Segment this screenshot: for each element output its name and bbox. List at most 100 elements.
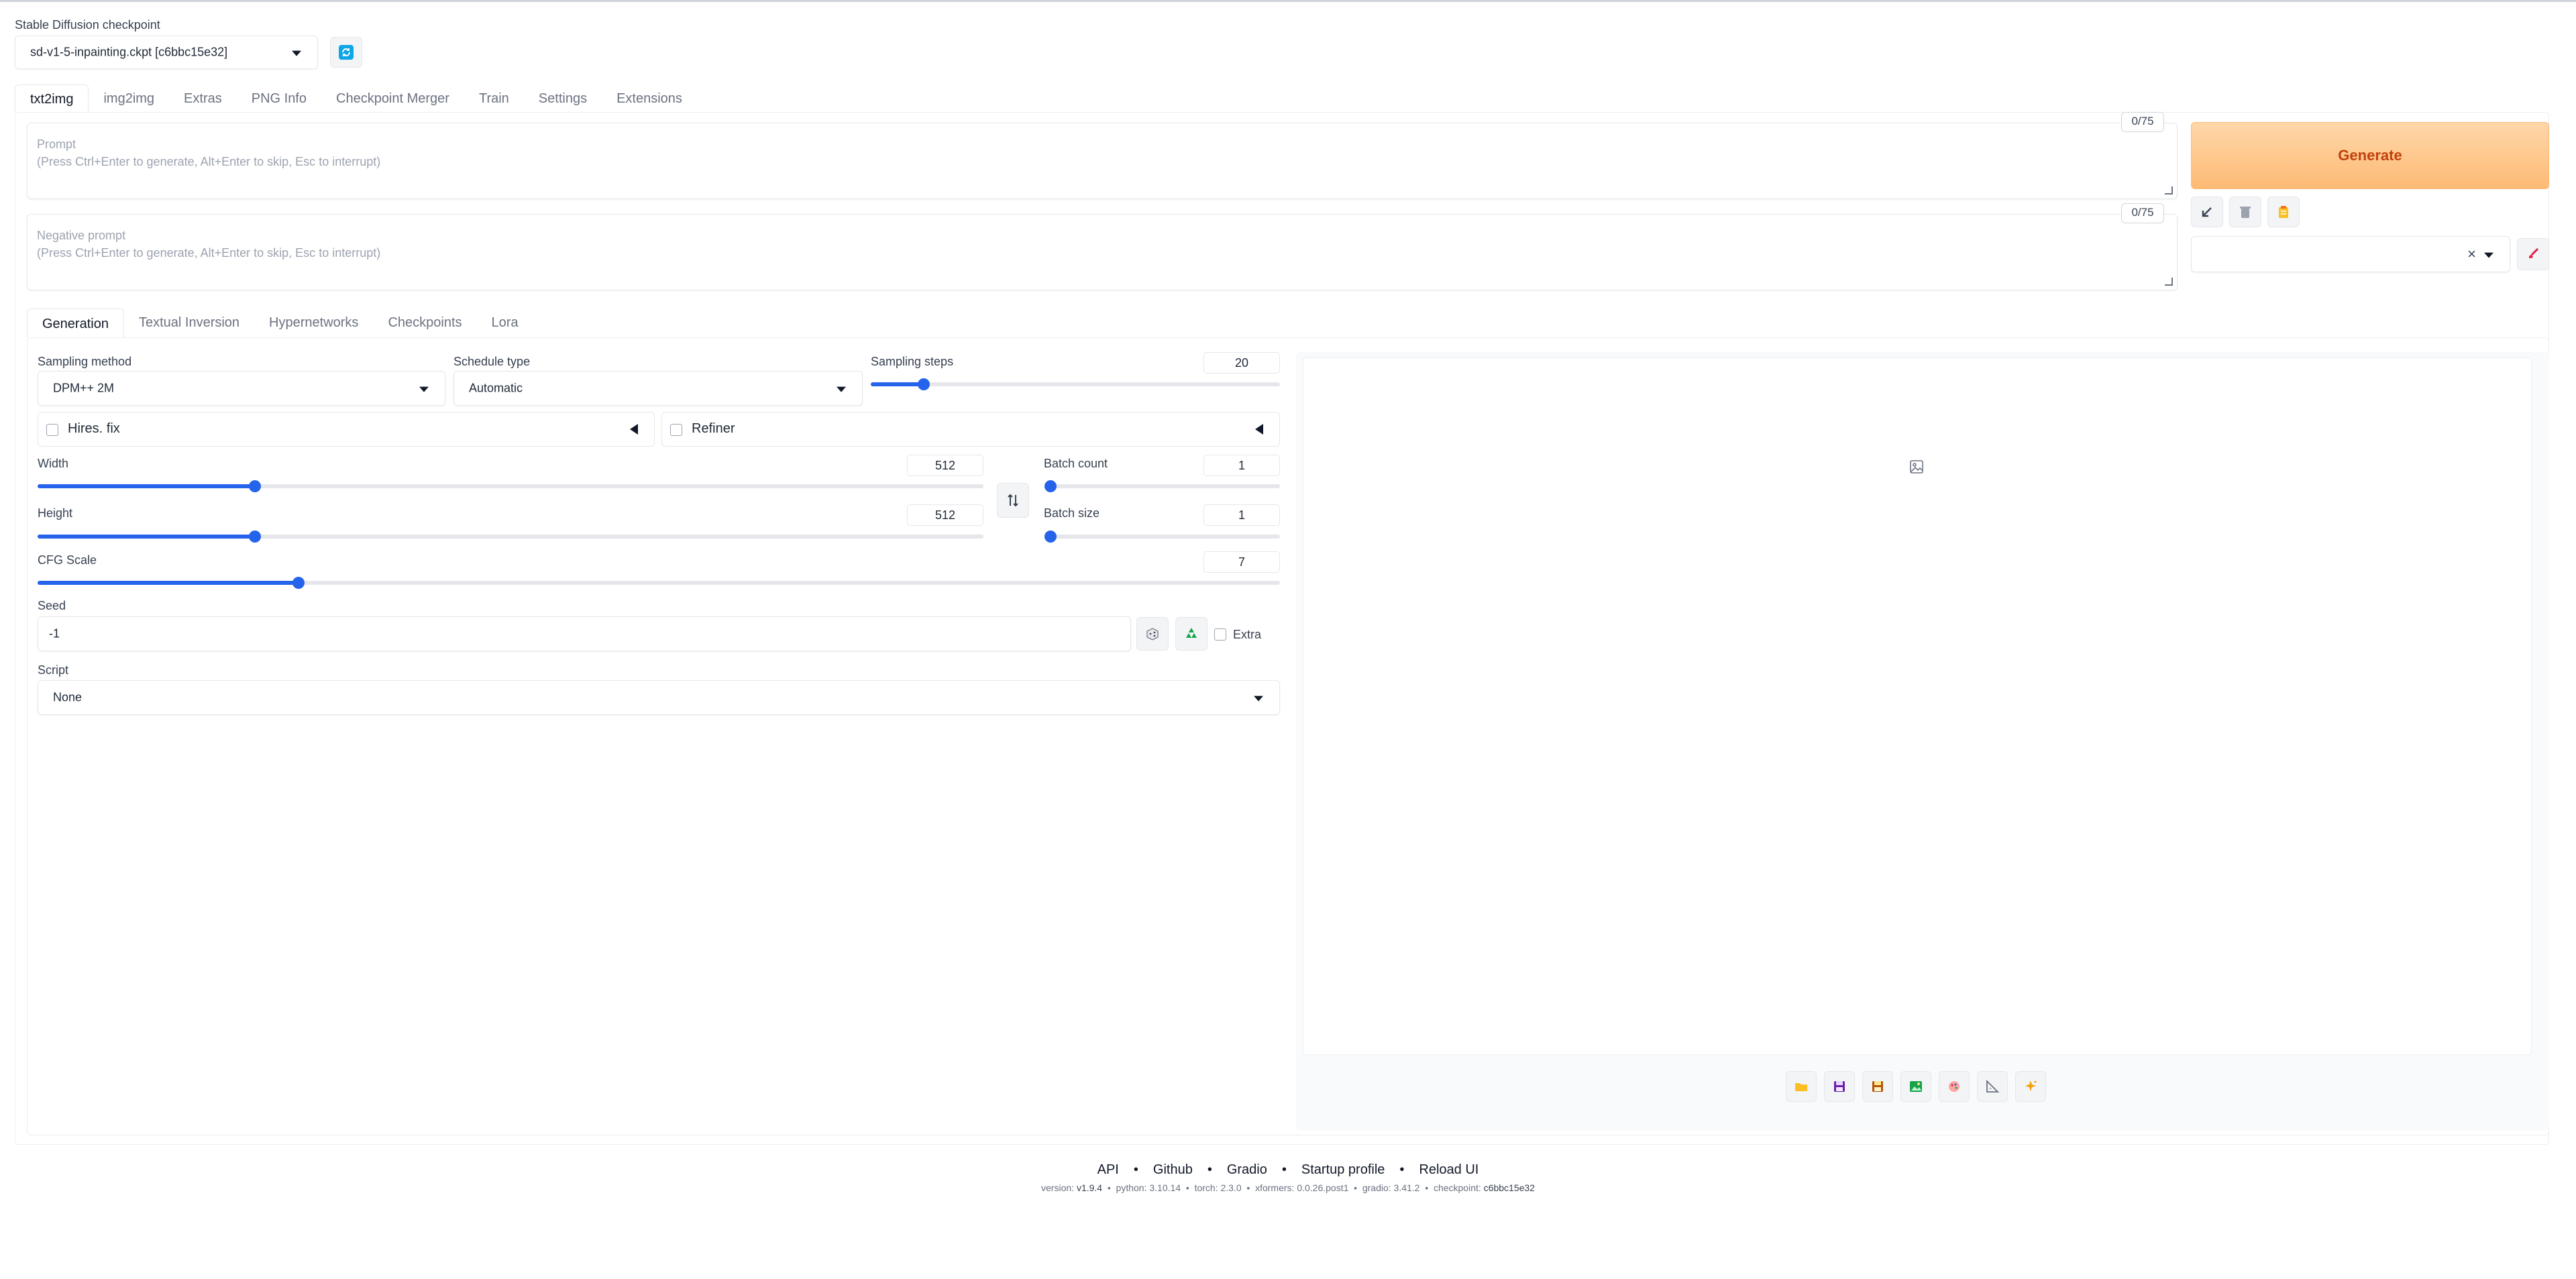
send-to-inpaint-button[interactable]	[1939, 1071, 1970, 1102]
generate-button[interactable]: Generate	[2191, 122, 2549, 189]
sampling-steps-slider[interactable]	[871, 378, 1280, 390]
batch-count-label: Batch count	[1044, 457, 1108, 470]
tab-textual-inversion[interactable]: Textual Inversion	[124, 309, 254, 337]
refiner-accordion[interactable]: Refiner	[661, 412, 1280, 447]
read-params-button[interactable]	[2191, 197, 2223, 227]
slider-fill	[38, 484, 256, 488]
batch-size-slider[interactable]	[1044, 531, 1280, 543]
tab-generation[interactable]: Generation	[27, 309, 124, 338]
checkpoint-value: sd-v1-5-inpainting.ckpt [c6bbc15e32]	[30, 45, 228, 59]
sub-tabs: Generation Textual Inversion Hypernetwor…	[27, 309, 533, 338]
tab-img2img[interactable]: img2img	[89, 85, 169, 113]
resize-handle[interactable]	[2165, 278, 2173, 286]
main-tabs: txt2img img2img Extras PNG Info Checkpoi…	[15, 85, 697, 113]
clear-prompt-button[interactable]	[2229, 197, 2261, 227]
negative-prompt-token-counter: 0/75	[2121, 203, 2164, 223]
slider-handle[interactable]	[1044, 480, 1057, 492]
save-button[interactable]	[1824, 1071, 1855, 1102]
script-value: None	[53, 690, 83, 704]
chevron-down-icon	[1254, 696, 1263, 702]
torch-label: torch:	[1194, 1182, 1218, 1193]
script-dropdown[interactable]: None	[38, 680, 1280, 715]
tab-lora[interactable]: Lora	[477, 309, 533, 337]
send-to-inpaint-icon	[1949, 1081, 1960, 1092]
footer-separator: •	[1207, 1162, 1212, 1177]
batch-count-input[interactable]: 1	[1203, 455, 1280, 476]
seed-input[interactable]: -1	[38, 616, 1131, 651]
height-input[interactable]: 512	[907, 504, 983, 526]
folder-icon	[1795, 1083, 1807, 1091]
prompt-label: Prompt	[37, 137, 76, 151]
hires-fix-checkbox[interactable]	[46, 424, 58, 436]
gradio-label: gradio:	[1362, 1182, 1391, 1193]
refresh-checkpoint-button[interactable]	[330, 37, 362, 68]
refiner-checkbox[interactable]	[670, 424, 682, 436]
prompt-token-counter: 0/75	[2121, 112, 2164, 132]
footer-link-api[interactable]: API	[1097, 1162, 1119, 1177]
tab-txt2img[interactable]: txt2img	[15, 85, 89, 113]
footer-link-gradio[interactable]: Gradio	[1227, 1162, 1267, 1177]
random-seed-button[interactable]	[1136, 617, 1169, 651]
cfg-scale-slider[interactable]	[38, 577, 1280, 589]
generate-label: Generate	[2338, 147, 2402, 164]
swap-icon	[1008, 494, 1018, 507]
checkpoint-hash-value: c6bbc15e32	[1483, 1182, 1535, 1193]
checkpoint-dropdown[interactable]: sd-v1-5-inpainting.ckpt [c6bbc15e32]	[15, 36, 318, 69]
tab-settings[interactable]: Settings	[524, 85, 602, 113]
tab-checkpoints[interactable]: Checkpoints	[373, 309, 476, 337]
tab-extras[interactable]: Extras	[169, 85, 237, 113]
top-border	[0, 0, 2576, 2]
slider-handle[interactable]	[1044, 531, 1057, 543]
styles-dropdown[interactable]: ×	[2191, 236, 2510, 272]
seed-value: -1	[49, 626, 60, 641]
send-to-img2img-button[interactable]	[1900, 1071, 1931, 1102]
tab-train[interactable]: Train	[464, 85, 524, 113]
tab-hypernetworks[interactable]: Hypernetworks	[254, 309, 373, 337]
dice-icon	[1146, 628, 1159, 641]
recycle-icon	[1186, 628, 1197, 638]
resize-handle[interactable]	[2165, 186, 2173, 194]
width-input[interactable]: 512	[907, 455, 983, 476]
negative-prompt-input[interactable]: Negative prompt (Press Ctrl+Enter to gen…	[27, 214, 2178, 290]
width-slider[interactable]	[38, 480, 983, 492]
prompt-input[interactable]: Prompt (Press Ctrl+Enter to generate, Al…	[27, 123, 2178, 199]
checkpoint-hash-label: checkpoint:	[1433, 1182, 1481, 1193]
refiner-label: Refiner	[692, 421, 735, 436]
tab-extensions[interactable]: Extensions	[602, 85, 697, 113]
height-slider[interactable]	[38, 531, 983, 543]
slider-handle[interactable]	[292, 577, 305, 589]
swap-dimensions-button[interactable]	[997, 483, 1029, 518]
sampling-steps-input[interactable]: 20	[1203, 352, 1280, 374]
schedule-type-dropdown[interactable]: Automatic	[453, 371, 863, 406]
zip-button[interactable]	[1862, 1071, 1893, 1102]
tab-checkpoint-merger[interactable]: Checkpoint Merger	[321, 85, 464, 113]
extras-sparkle-button[interactable]	[2015, 1071, 2046, 1102]
save-icon	[1834, 1081, 1845, 1092]
footer-link-startup-profile[interactable]: Startup profile	[1301, 1162, 1385, 1177]
slider-fill	[38, 535, 256, 539]
apply-style-button[interactable]	[2267, 197, 2300, 227]
slider-fill	[871, 382, 924, 386]
footer-link-reload-ui[interactable]: Reload UI	[1419, 1162, 1479, 1177]
batch-size-input[interactable]: 1	[1203, 504, 1280, 526]
close-icon[interactable]: ×	[2467, 245, 2476, 263]
hires-fix-accordion[interactable]: Hires. fix	[38, 412, 655, 447]
footer-link-github[interactable]: Github	[1153, 1162, 1193, 1177]
collapse-icon	[1255, 424, 1263, 435]
tab-png-info[interactable]: PNG Info	[237, 85, 321, 113]
image-icon	[1910, 460, 1923, 474]
refresh-icon	[339, 45, 354, 60]
edit-styles-button[interactable]	[2517, 238, 2549, 270]
version-value[interactable]: v1.9.4	[1077, 1182, 1102, 1193]
open-folder-button[interactable]	[1786, 1071, 1817, 1102]
cfg-scale-input[interactable]: 7	[1203, 551, 1280, 573]
reuse-seed-button[interactable]	[1175, 617, 1208, 651]
extra-seed-checkbox[interactable]	[1214, 628, 1226, 641]
sampling-method-dropdown[interactable]: DPM++ 2M	[38, 371, 445, 406]
sparkle-icon	[2025, 1080, 2037, 1091]
sampling-steps-label: Sampling steps	[871, 355, 954, 368]
batch-count-slider[interactable]	[1044, 480, 1280, 492]
width-label: Width	[38, 457, 69, 470]
send-to-extras-button[interactable]	[1977, 1071, 2008, 1102]
footer-separator: •	[1133, 1162, 1138, 1177]
